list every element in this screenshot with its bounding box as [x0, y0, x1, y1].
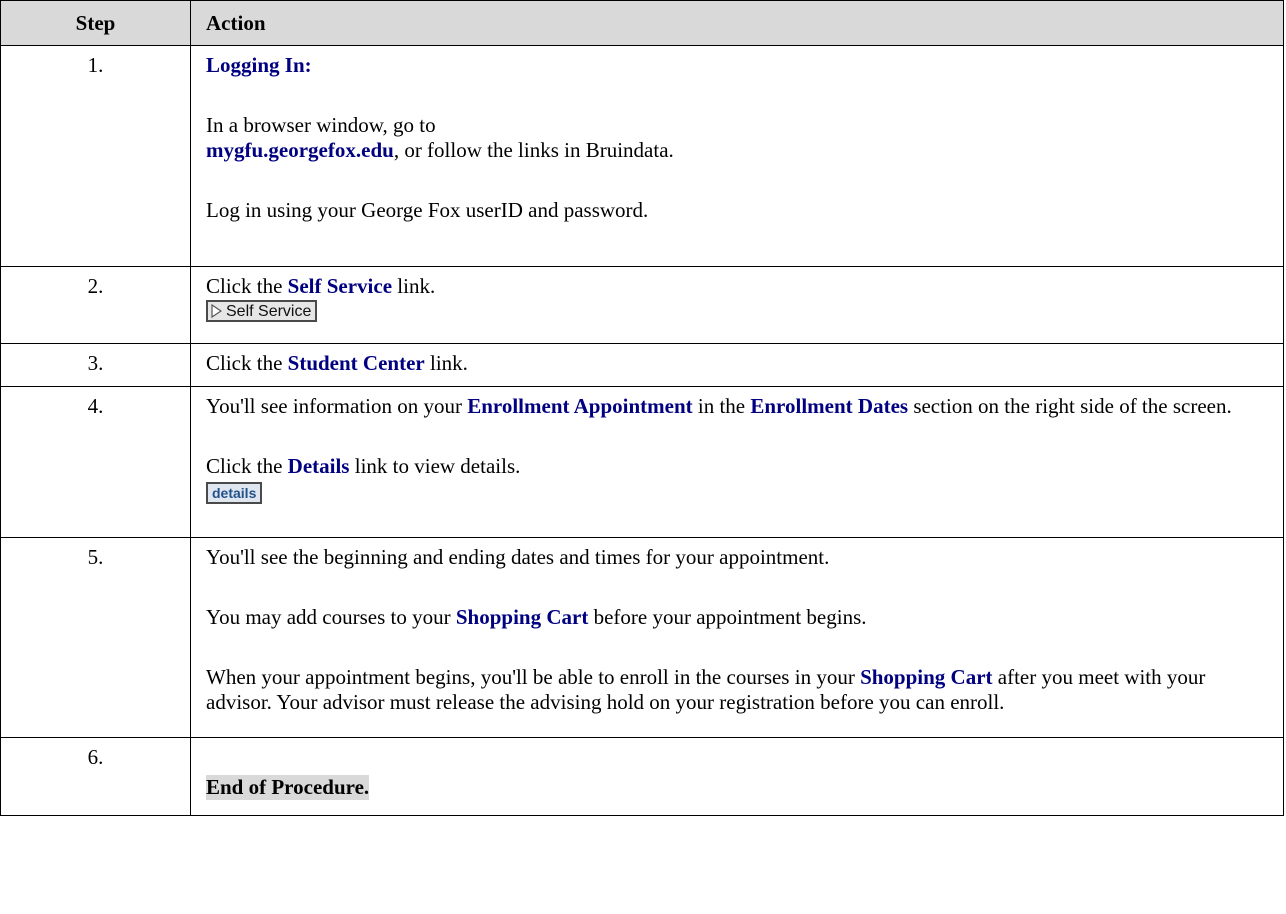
instruction-text: Click the Student Center link. — [206, 351, 468, 375]
step-column-header: Step — [0, 0, 191, 46]
step-action: Click the Self Service link. Self Servic… — [190, 266, 1284, 344]
step-number: 3. — [0, 343, 191, 387]
self-service-link[interactable]: Self Service — [288, 274, 392, 298]
step-number: 1. — [0, 45, 191, 267]
instruction-text: Click the Details link to view details. — [206, 454, 521, 478]
table-row: 4. You'll see information on your Enroll… — [0, 386, 1284, 538]
instruction-text: In a browser window, go to mygfu.georgef… — [206, 113, 674, 162]
step-action: Logging In: In a browser window, go to m… — [190, 45, 1284, 267]
instruction-text: Log in using your George Fox userID and … — [206, 198, 649, 222]
step-number: 6. — [0, 737, 191, 816]
table-row: 6. End of Procedure. — [0, 737, 1284, 816]
triangle-right-icon — [211, 304, 222, 318]
instruction-text: When your appointment begins, you'll be … — [206, 665, 1206, 714]
details-link[interactable]: Details — [288, 454, 350, 478]
table-row: 2. Click the Self Service link. Self Ser… — [0, 266, 1284, 344]
instruction-text: You may add courses to your Shopping Car… — [206, 605, 867, 629]
step-action: You'll see the beginning and ending date… — [190, 537, 1284, 738]
self-service-button[interactable]: Self Service — [206, 300, 318, 322]
table-row: 1. Logging In: In a browser window, go t… — [0, 45, 1284, 267]
site-link[interactable]: mygfu.georgefox.edu — [206, 138, 394, 162]
student-center-link[interactable]: Student Center — [288, 351, 425, 375]
instruction-text: You'll see information on your Enrollmen… — [206, 394, 1232, 418]
step-action: End of Procedure. — [190, 737, 1284, 816]
details-button[interactable]: details — [206, 482, 263, 504]
instruction-text: You'll see the beginning and ending date… — [206, 545, 830, 569]
step-number: 4. — [0, 386, 191, 538]
procedure-table: Step Action 1. Logging In: In a browser … — [0, 0, 1284, 816]
end-of-procedure: End of Procedure. — [206, 775, 370, 800]
step-title: Logging In: — [206, 53, 312, 77]
step-action: Click the Student Center link. — [190, 343, 1284, 387]
action-column-header: Action — [190, 0, 1284, 46]
table-row: 5. You'll see the beginning and ending d… — [0, 537, 1284, 738]
step-number: 5. — [0, 537, 191, 738]
step-action: You'll see information on your Enrollmen… — [190, 386, 1284, 538]
instruction-text: Click the Self Service link. — [206, 274, 436, 298]
table-row: 3. Click the Student Center link. — [0, 343, 1284, 387]
step-number: 2. — [0, 266, 191, 344]
table-header-row: Step Action — [0, 0, 1284, 46]
